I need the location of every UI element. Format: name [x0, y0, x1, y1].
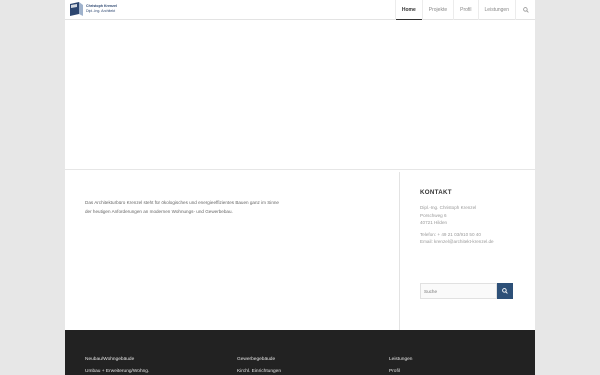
footer-link-profil[interactable]: Profil — [389, 366, 412, 375]
nav-item-home[interactable]: Home — [394, 0, 422, 20]
search-icon — [522, 7, 529, 13]
nav-item-profil[interactable]: Profil — [453, 0, 477, 20]
page-container: Christoph Krenzel Dipl.-Ing. Architekt H… — [65, 0, 535, 375]
logo-subtitle: Dipl.-Ing. Architekt — [86, 9, 116, 13]
nav-search-button[interactable] — [515, 0, 535, 20]
nav-item-leistungen[interactable]: Leistungen — [477, 0, 515, 20]
logo-icon — [70, 2, 83, 16]
footer-link-gewerbe[interactable]: Gewerbegebäude — [237, 354, 281, 366]
search-input[interactable] — [420, 283, 497, 299]
contact-name: Dipl.-Ing. Christoph Krenzel — [420, 205, 477, 210]
contact-phone: Telefon: + 49 21 03/910 50 40 — [420, 231, 481, 237]
footer-column-2: Gewerbegebäude Kirchl. Einrichtungen — [237, 354, 281, 375]
contact-block: KONTAKT Dipl.-Ing. Christoph Krenzel Por… — [420, 189, 530, 246]
contact-title: KONTAKT — [420, 189, 452, 196]
contact-city: 40721 Hilden — [420, 220, 448, 226]
nav-item-projekte[interactable]: Projekte — [421, 0, 453, 20]
contact-email[interactable]: Email: krenzel@architekt-krenzel.de — [420, 238, 530, 246]
footer-column-3: Leistungen Profil — [389, 354, 412, 375]
search-submit-button[interactable] — [497, 283, 513, 299]
main-nav: Home Projekte Profil Leistungen — [394, 0, 535, 20]
column-divider — [399, 172, 400, 330]
site-footer: Neubau/Wohngebäude Umbau + Erweiterung/W… — [65, 330, 535, 375]
sidebar-search — [420, 283, 513, 299]
hero-area — [65, 20, 535, 170]
logo-text: Christoph Krenzel Dipl.-Ing. Architekt — [86, 4, 117, 13]
footer-link-kirchl[interactable]: Kirchl. Einrichtungen — [237, 366, 281, 375]
logo[interactable]: Christoph Krenzel Dipl.-Ing. Architekt — [68, 1, 117, 17]
footer-link-leistungen[interactable]: Leistungen — [389, 354, 412, 366]
footer-link-umbau[interactable]: Umbau + Erweiterung/Wohng. — [85, 366, 149, 375]
contact-street: Porschweg 6 — [420, 212, 447, 218]
search-icon — [502, 288, 508, 294]
footer-column-1: Neubau/Wohngebäude Umbau + Erweiterung/W… — [85, 354, 149, 375]
footer-link-neubau[interactable]: Neubau/Wohngebäude — [85, 354, 149, 366]
site-header: Christoph Krenzel Dipl.-Ing. Architekt H… — [65, 0, 535, 20]
about-text: Das Architekturbüro Krenzel steht für ök… — [85, 200, 279, 214]
